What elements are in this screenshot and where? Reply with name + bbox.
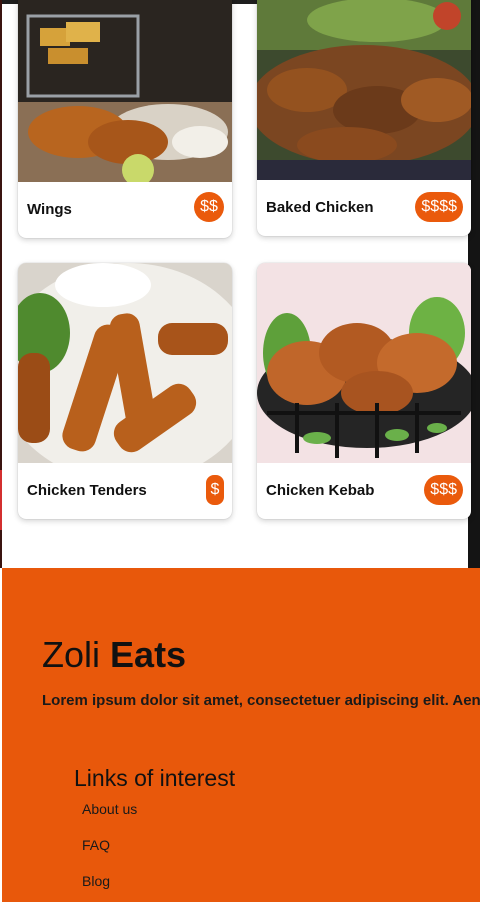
link-faq[interactable]: FAQ: [82, 837, 110, 853]
price-badge: $$$$: [415, 192, 463, 222]
links-heading: Links of interest: [74, 765, 236, 791]
price-badge: $$: [194, 192, 224, 222]
menu-card-baked-chicken[interactable]: Baked Chicken $$$$: [257, 0, 471, 236]
item-name: Chicken Tenders: [27, 482, 147, 499]
site-footer: Zoli Eats Lorem ipsum dolor sit amet, co…: [2, 568, 480, 902]
price-badge: $: [206, 475, 224, 505]
menu-card-chicken-tenders[interactable]: Chicken Tenders $: [18, 263, 232, 519]
link-blog[interactable]: Blog: [82, 873, 110, 889]
item-name: Chicken Kebab: [266, 482, 375, 499]
chicken-tenders-photo: [18, 263, 232, 463]
brand-logo[interactable]: Zoli Eats: [42, 634, 186, 676]
menu-card-chicken-kebab[interactable]: Chicken Kebab $$$: [257, 263, 471, 519]
chicken-kebab-photo: [257, 263, 471, 463]
item-name: Wings: [27, 201, 72, 218]
brand-name-light: Zoli: [42, 634, 101, 675]
baked-chicken-photo: [257, 0, 471, 180]
window-left-edge: [0, 0, 2, 568]
price-badge: $$$: [424, 475, 463, 505]
menu-card-wings[interactable]: Wings $$: [18, 0, 232, 238]
item-name: Baked Chicken: [266, 199, 374, 216]
footer-tagline: Lorem ipsum dolor sit amet, consectetuer…: [42, 692, 480, 709]
link-about-us[interactable]: About us: [82, 801, 137, 817]
wings-photo: [18, 0, 232, 182]
brand-name-bold: Eats: [110, 634, 187, 675]
